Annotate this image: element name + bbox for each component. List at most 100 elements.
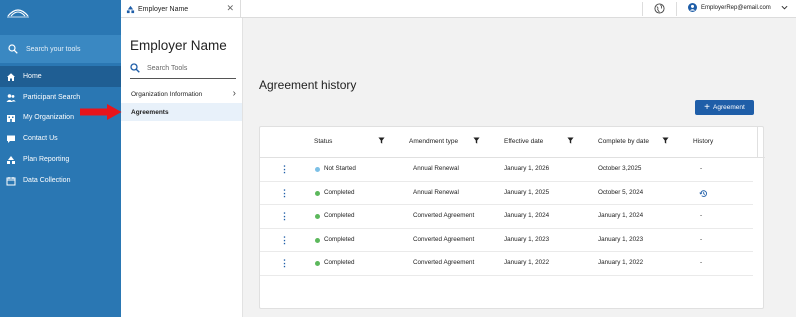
sidebar-item-home[interactable]: Home	[0, 66, 121, 87]
sidebar-search[interactable]: Search your tools	[0, 35, 121, 63]
reporting-icon	[7, 155, 15, 164]
status-dot	[315, 167, 320, 172]
sidebar-item-contact-us[interactable]: Contact Us	[0, 128, 121, 149]
close-icon[interactable]: ✕	[226, 4, 234, 13]
table-row[interactable]: ⋮ Completed Converted Agreement January …	[260, 252, 753, 276]
search-icon	[8, 44, 18, 54]
sidebar-item-label: My Organization	[23, 114, 74, 121]
complete-by-date: January 1, 2023	[598, 235, 644, 243]
search-icon	[130, 63, 140, 73]
sidebar-item-label: Contact Us	[23, 135, 58, 142]
status-dot	[315, 190, 320, 196]
column-header-effective-date: Effective date	[504, 138, 544, 145]
chevron-down-icon[interactable]	[781, 4, 788, 11]
amendment-type: Converted Agreement	[413, 235, 475, 243]
table-header: Status Amendment type Effective date Com…	[260, 127, 765, 158]
effective-date: January 1, 2026	[504, 165, 550, 172]
menu-item-agreements[interactable]: Agreements	[121, 103, 242, 121]
tab-employer-name[interactable]: Employer Name ✕	[121, 0, 241, 18]
plus-icon: +	[704, 101, 711, 113]
history-icon[interactable]	[699, 189, 708, 198]
organization-tab-icon	[126, 5, 135, 13]
status-text: Not Started	[324, 165, 356, 172]
menu-item-organization-information[interactable]: Organization Information ›	[121, 85, 242, 103]
effective-date: January 1, 2022	[504, 259, 550, 266]
history-value: -	[700, 165, 703, 172]
sidebar-search-placeholder: Search your tools	[26, 45, 81, 53]
more-options-icon[interactable]: ⋮	[280, 259, 289, 268]
complete-by-date: October 3,2025	[598, 165, 642, 172]
filter-icon[interactable]	[567, 137, 574, 144]
user-email: EmployerRep@email.com	[701, 4, 771, 11]
tab-label: Employer Name	[138, 5, 189, 13]
sidebar-item-label: Home	[23, 73, 42, 80]
chat-icon	[7, 135, 15, 143]
sidebar-item-label: Data Collection	[23, 177, 71, 184]
table-row[interactable]: ⋮ Not Started Annual Renewal January 1, …	[260, 158, 753, 182]
sidebar-item-plan-reporting[interactable]: Plan Reporting	[0, 149, 121, 170]
tools-search-placeholder: Search Tools	[147, 64, 188, 72]
status-text: Completed	[324, 235, 355, 243]
more-options-icon[interactable]: ⋮	[280, 188, 289, 198]
main-panel: Agreement history + Agreement Status Ame…	[243, 18, 796, 317]
history-value: -	[700, 259, 703, 266]
add-agreement-label: Agreement	[713, 104, 745, 111]
divider	[642, 2, 643, 16]
sidebar-item-label: Participant Search	[23, 94, 81, 101]
status-text: Completed	[324, 188, 355, 196]
sidebar-item-data-collection[interactable]: Data Collection	[0, 170, 121, 191]
effective-date: January 1, 2023	[504, 235, 550, 243]
sidebar: Search your tools Home Participant Searc…	[0, 0, 121, 317]
more-options-icon[interactable]: ⋮	[280, 235, 289, 245]
more-options-icon[interactable]: ⋮	[280, 212, 289, 221]
table-row[interactable]: ⋮ Completed Converted Agreement January …	[260, 205, 753, 229]
column-header-history: History	[693, 138, 714, 145]
add-agreement-button[interactable]: + Agreement	[695, 100, 754, 115]
status-dot	[315, 237, 320, 243]
divider	[757, 127, 758, 158]
column-header-status: Status	[314, 138, 333, 145]
menu-item-label: Agreements	[131, 108, 169, 116]
calendar-icon	[6, 176, 16, 185]
table-row[interactable]: ⋮ Completed Annual Renewal January 1, 20…	[260, 182, 753, 205]
column-header-complete-by-date: Complete by date	[598, 138, 649, 145]
people-icon	[6, 93, 16, 102]
employer-title: Employer Name	[130, 38, 227, 53]
effective-date: January 1, 2025	[504, 188, 550, 196]
tools-search-input[interactable]: Search Tools	[130, 58, 236, 79]
complete-by-date: October 5, 2024	[598, 188, 644, 196]
user-menu[interactable]: EmployerRep@email.com	[688, 3, 771, 12]
status-dot	[315, 214, 320, 219]
status-text: Completed	[324, 259, 355, 266]
employer-panel: Employer Name Search Tools Organization …	[121, 18, 243, 317]
more-options-icon[interactable]: ⋮	[280, 165, 289, 174]
top-bar: Employer Name ✕ EmployerRep@email.com	[121, 0, 796, 18]
complete-by-date: January 1, 2024	[598, 212, 644, 219]
amendment-type: Converted Agreement	[413, 259, 475, 266]
status-text: Completed	[324, 212, 355, 219]
user-avatar-icon	[688, 3, 697, 12]
home-icon	[7, 72, 15, 81]
amendment-type: Annual Renewal	[413, 188, 459, 196]
amendment-type: Annual Renewal	[413, 165, 459, 172]
status-dot	[315, 261, 320, 266]
history-value: -	[700, 212, 703, 219]
filter-icon[interactable]	[378, 137, 385, 144]
column-header-amendment-type: Amendment type	[409, 138, 459, 145]
logo	[7, 9, 29, 18]
chevron-right-icon: ›	[232, 88, 236, 99]
organization-icon	[7, 114, 15, 122]
globe-icon[interactable]	[654, 3, 665, 14]
page-title: Agreement history	[259, 78, 357, 92]
filter-icon[interactable]	[473, 137, 480, 144]
sidebar-item-label: Plan Reporting	[23, 156, 70, 163]
effective-date: January 1, 2024	[504, 212, 550, 219]
agreement-table: Status Amendment type Effective date Com…	[259, 126, 765, 309]
table-row[interactable]: ⋮ Completed Converted Agreement January …	[260, 229, 753, 252]
amendment-type: Converted Agreement	[413, 212, 475, 219]
filter-icon[interactable]	[662, 137, 669, 144]
highlight-arrow	[80, 104, 122, 120]
history-value: -	[700, 235, 703, 243]
divider	[676, 2, 677, 16]
complete-by-date: January 1, 2022	[598, 259, 644, 266]
